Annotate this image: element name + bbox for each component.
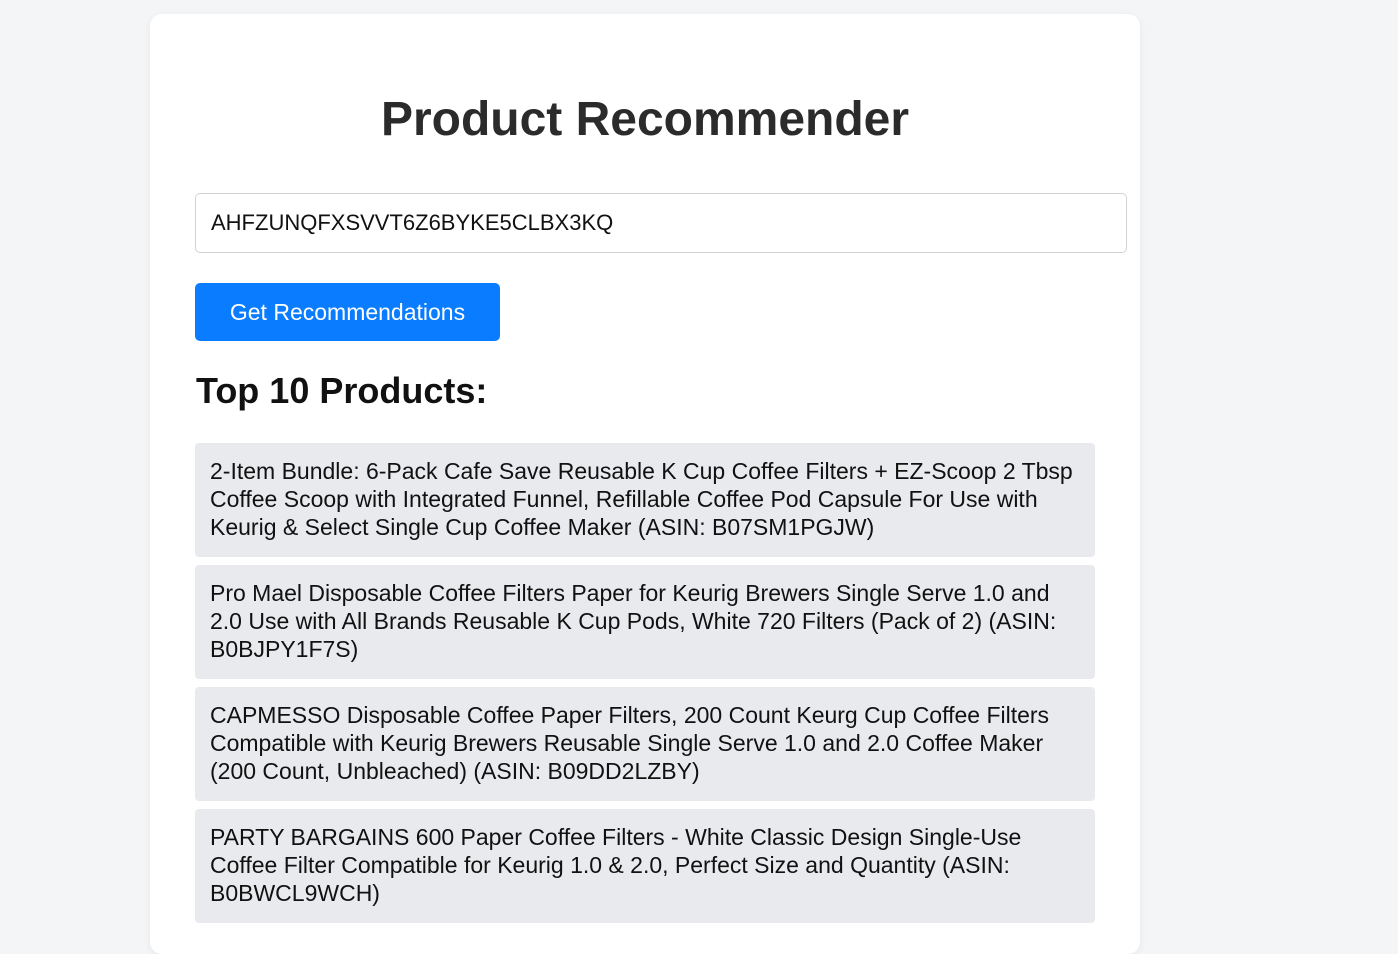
results-list: 2-Item Bundle: 6-Pack Cafe Save Reusable… <box>195 443 1095 931</box>
get-recommendations-button[interactable]: Get Recommendations <box>195 283 500 341</box>
result-item: Pro Mael Disposable Coffee Filters Paper… <box>195 565 1095 679</box>
result-item: PARTY BARGAINS 600 Paper Coffee Filters … <box>195 809 1095 923</box>
recommender-card: Product Recommender Get Recommendations … <box>150 14 1140 954</box>
user-id-input[interactable] <box>195 193 1127 253</box>
page-title: Product Recommender <box>380 93 910 146</box>
result-item: CAPMESSO Disposable Coffee Paper Filters… <box>195 687 1095 801</box>
result-item: 2-Item Bundle: 6-Pack Cafe Save Reusable… <box>195 443 1095 557</box>
results-heading: Top 10 Products: <box>196 370 488 411</box>
